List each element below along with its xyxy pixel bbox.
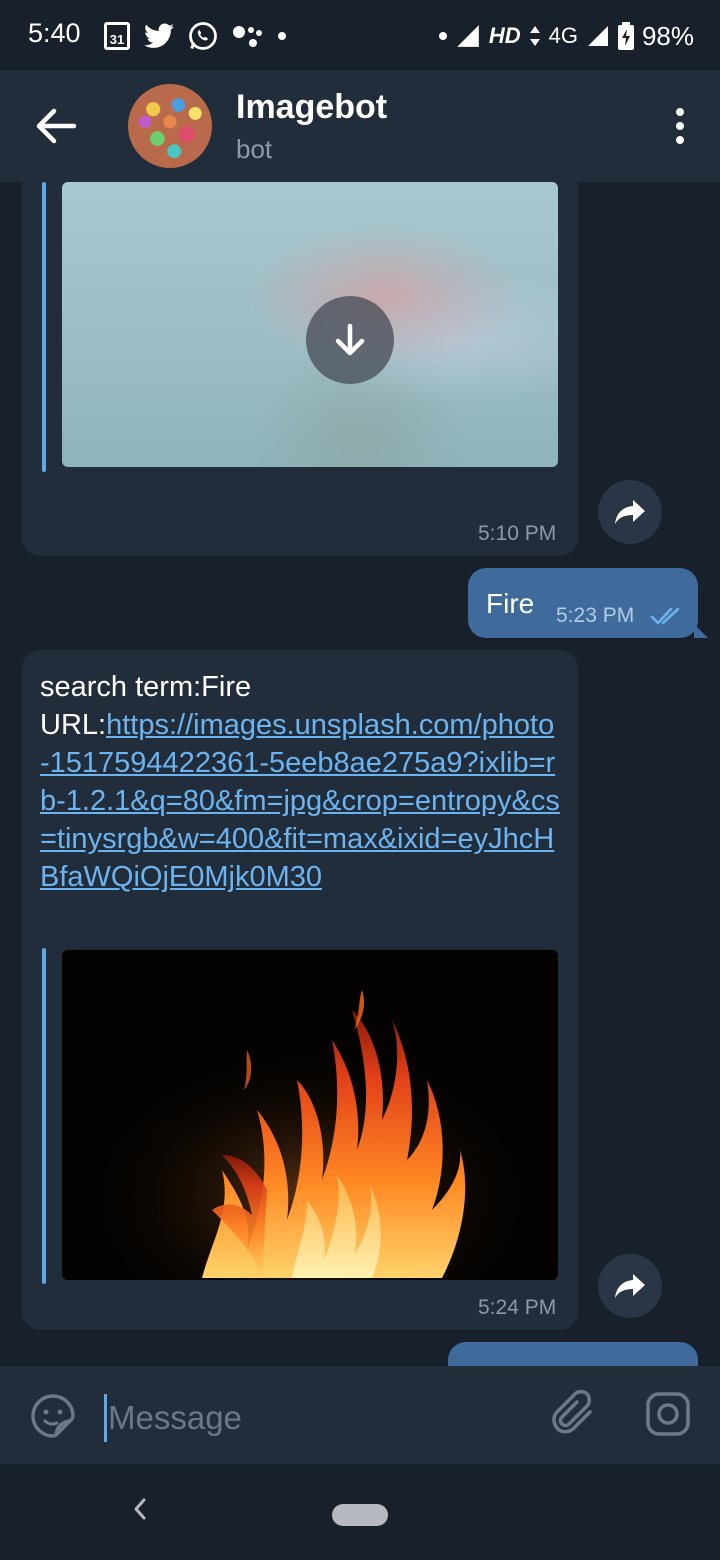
url-label: URL: [40,709,107,741]
more-notifications-dot [278,32,286,40]
chat-header: Imagebot bot [0,70,720,182]
download-button[interactable] [306,296,394,384]
message-time: 5:24 PM [478,1296,557,1319]
system-nav-bar [0,1464,720,1560]
signal-icon [456,25,479,47]
message-text: Fire [486,588,535,619]
battery-charging-icon [617,22,634,50]
share-icon [615,500,645,524]
share-icon [615,1274,645,1298]
instagram-camera-icon[interactable] [644,1390,692,1438]
status-time: 5:40 [28,18,81,48]
link-preview-bar [42,182,46,472]
more-vertical-icon[interactable] [670,108,690,144]
calendar-icon: 31 [104,22,130,50]
status-right: HD 4G 98% [438,16,694,56]
double-check-icon [650,607,680,625]
arrow-left-icon[interactable] [34,106,78,146]
fire-photo [62,950,558,1280]
share-button[interactable] [598,1254,662,1318]
message-link[interactable]: https://images.unsplash.com/photo-151759… [40,709,560,893]
fire-image[interactable] [62,950,558,1280]
text-cursor [104,1394,107,1442]
avatar[interactable] [128,84,212,168]
chat-subtitle: bot [236,134,273,164]
chat-title[interactable]: Imagebot [236,88,387,127]
message-list[interactable]: 5:10 PM Fire 5:23 PM search term:Fire UR… [0,182,720,1366]
twitter-icon [144,23,174,48]
nav-home-pill[interactable] [332,1504,388,1526]
paperclip-icon[interactable] [552,1390,600,1438]
message-bubble-incoming[interactable]: search term:Fire URL:https://images.unsp… [22,650,578,1330]
message-time: 5:23 PM [556,604,635,627]
whatsapp-icon [189,22,217,50]
message-input[interactable] [108,1394,508,1442]
sticker-icon[interactable] [30,1393,76,1439]
network-label: HD [488,23,521,48]
message-composer [0,1366,720,1464]
network-type-label: 4G [548,23,578,48]
message-bubble-incoming[interactable]: 5:10 PM [22,182,578,556]
battery-level: 98% [641,20,694,51]
data-arrows-icon [529,26,540,46]
message-bubble-outgoing[interactable] [448,1342,698,1366]
bubble-tail [694,624,708,638]
share-button[interactable] [598,480,662,544]
notification-dot [438,32,447,40]
link-preview-bar [42,948,46,1284]
message-time: 5:10 PM [478,522,557,545]
image-preview-blurred[interactable] [62,182,558,467]
message-text: search term:Fire URL:https://images.unsp… [40,668,560,896]
arrow-down-icon [335,323,365,356]
nav-back-icon[interactable] [128,1494,152,1524]
signal-bars-icon [587,26,608,46]
search-term-line: search term:Fire [40,671,252,703]
message-bubble-outgoing[interactable]: Fire 5:23 PM [468,568,698,638]
status-bar: 5:40 31 HD 4G 98% [0,0,720,70]
assistant-icon [233,26,262,47]
notification-icons: 31 [104,16,286,56]
